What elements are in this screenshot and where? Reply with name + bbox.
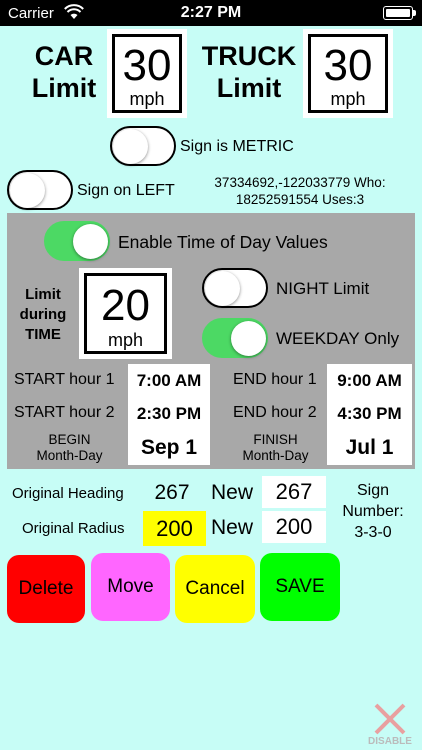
start-hour-1-field[interactable]: 7:00 AM <box>128 364 210 397</box>
car-label-line1: CAR <box>34 41 94 71</box>
toggle-knob <box>113 129 148 164</box>
truck-label-line1: TRUCK <box>201 41 297 71</box>
car-limit-label: CAR Limit <box>24 40 104 104</box>
time-of-day-toggle[interactable] <box>44 221 110 261</box>
new-radius-input[interactable]: 200 <box>262 511 326 543</box>
disable-button[interactable]: DISABLE <box>362 700 418 748</box>
sign-number-value: 3-3-0 <box>354 524 392 541</box>
car-speed-sign[interactable]: 30 mph <box>107 29 187 118</box>
sign-left-label: Sign on LEFT <box>77 182 175 199</box>
time-of-day-label: Enable Time of Day Values <box>118 232 328 252</box>
status-bar: Carrier 2:27 PM <box>0 0 422 26</box>
finish-date-field[interactable]: Jul 1 <box>327 430 412 465</box>
metric-label: Sign is METRIC <box>180 138 294 155</box>
end-hour-1-field[interactable]: 9:00 AM <box>327 364 412 397</box>
sign-number-line1: Sign <box>356 482 390 499</box>
save-button[interactable]: SAVE <box>260 553 340 621</box>
clock: 2:27 PM <box>180 4 242 21</box>
toggle-knob <box>10 173 45 208</box>
night-limit-toggle[interactable] <box>202 268 268 308</box>
time-speed-sign[interactable]: 20 mph <box>79 268 172 359</box>
info-line2: 18252591554 Uses:3 <box>235 192 365 207</box>
heading-new-label: New <box>211 481 254 504</box>
time-speed-unit: mph <box>107 330 143 350</box>
disable-label: DISABLE <box>368 736 412 747</box>
original-heading-label: Original Heading <box>12 485 124 502</box>
sign-left-toggle[interactable] <box>7 170 73 210</box>
begin-label-line2: Month-Day <box>36 448 103 463</box>
new-heading-input[interactable]: 267 <box>262 476 326 508</box>
time-limit-label-line2: during <box>19 306 67 323</box>
end-hour-2-label: END hour 2 <box>233 404 317 421</box>
original-radius-label: Original Radius <box>22 520 125 537</box>
truck-speed-sign[interactable]: 30 mph <box>303 29 393 118</box>
car-speed-value: 30 <box>122 41 172 90</box>
finish-label: FINISH Month-Day <box>228 432 323 464</box>
sign-number-line2: Number: <box>342 503 404 520</box>
car-speed-unit: mph <box>129 89 165 109</box>
sign-info: 37334692,-122033779 Who: 18252591554 Use… <box>195 174 405 208</box>
finish-label-line2: Month-Day <box>242 448 309 463</box>
radius-new-label: New <box>211 516 254 539</box>
delete-button[interactable]: Delete <box>7 555 85 623</box>
time-limit-label-line1: Limit <box>25 286 61 303</box>
finish-label-line1: FINISH <box>253 432 298 447</box>
battery-icon <box>383 6 416 20</box>
original-radius-value: 200 <box>143 511 206 546</box>
begin-label: BEGIN Month-Day <box>22 432 117 464</box>
start-hour-2-label: START hour 2 <box>14 404 115 421</box>
night-limit-label: NIGHT Limit <box>276 279 370 298</box>
info-line1: 37334692,-122033779 Who: <box>214 175 386 190</box>
toggle-knob <box>231 321 266 356</box>
metric-toggle[interactable] <box>110 126 176 166</box>
start-hour-1-label: START hour 1 <box>14 371 115 388</box>
time-limit-label-line3: TIME <box>25 326 61 343</box>
time-limit-label: Limit during TIME <box>10 285 76 345</box>
move-button[interactable]: Move <box>91 553 170 621</box>
begin-label-line1: BEGIN <box>48 432 91 447</box>
original-heading-value: 267 <box>154 481 190 504</box>
toggle-knob <box>73 224 108 259</box>
sign-number: Sign Number: 3-3-0 <box>340 480 406 543</box>
begin-date-field[interactable]: Sep 1 <box>128 430 210 465</box>
time-speed-value: 20 <box>101 281 150 330</box>
truck-speed-value: 30 <box>323 41 373 90</box>
car-label-line2: Limit <box>31 73 97 103</box>
start-hour-2-field[interactable]: 2:30 PM <box>128 397 210 430</box>
truck-limit-label: TRUCK Limit <box>200 40 298 104</box>
end-hour-1-label: END hour 1 <box>233 371 317 388</box>
toggle-knob <box>205 271 240 306</box>
truck-label-line2: Limit <box>216 73 282 103</box>
weekday-toggle[interactable] <box>202 318 268 358</box>
close-x-icon <box>374 703 406 735</box>
end-hour-2-field[interactable]: 4:30 PM <box>327 397 412 430</box>
truck-speed-unit: mph <box>330 89 366 109</box>
cancel-button[interactable]: Cancel <box>175 555 255 623</box>
weekday-label: WEEKDAY Only <box>276 329 400 348</box>
